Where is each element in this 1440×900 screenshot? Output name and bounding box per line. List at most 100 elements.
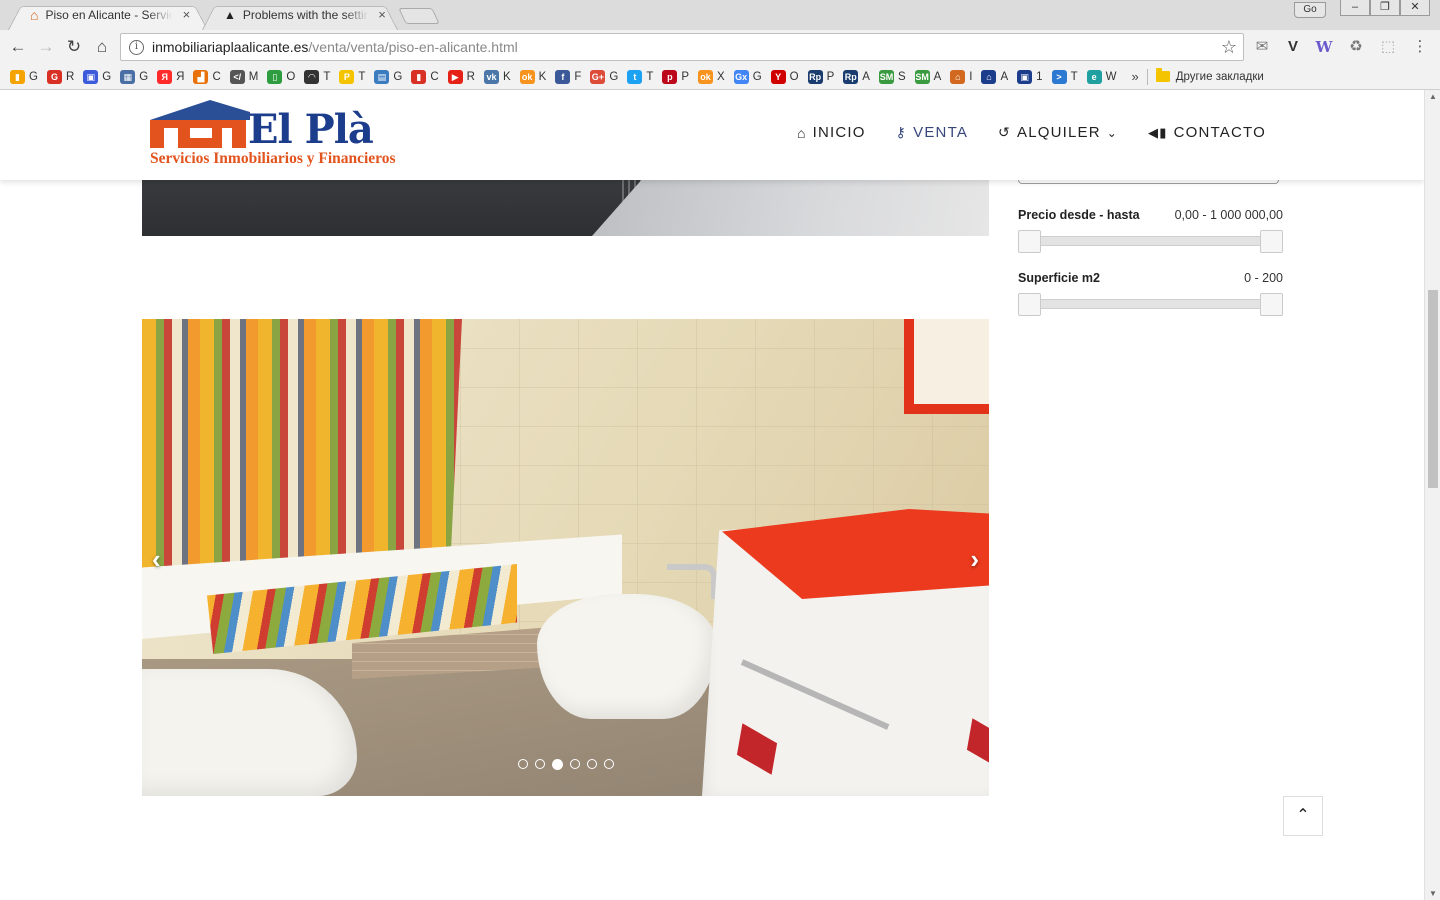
wiki-extension-icon[interactable]: W [1314,37,1334,57]
bookmark-item[interactable]: fF [555,69,582,84]
vimeo-extension-icon[interactable]: V [1283,37,1303,57]
site-info-icon[interactable]: i [129,39,144,55]
bookmark-item[interactable]: ЯЯ [157,69,184,84]
bookmark-item[interactable]: ◠ T [304,69,330,84]
bookmark-item[interactable]: Rp A [843,69,870,84]
bookmark-favicon-icon: ▦ [120,69,136,84]
price-slider[interactable] [1018,230,1283,253]
scrollbar-thumb[interactable] [1428,290,1438,488]
carousel-dot[interactable] [534,759,545,769]
close-tab-icon[interactable]: × [376,2,388,28]
profile-button[interactable]: Go [1294,2,1326,18]
bookmark-item[interactable]: pP [662,69,689,84]
bookmark-item[interactable]: ▮ G [10,69,38,84]
bookmark-item[interactable]: vk K [483,69,511,84]
bookmark-label: T [646,70,654,83]
bookmark-favicon-icon: ▟ [193,69,209,84]
bookmark-favicon-icon: G+ [590,69,606,84]
bookmark-item[interactable]: ⌂ A [981,69,1008,84]
bookmark-label: K [502,70,511,83]
price-max-handle[interactable] [1260,230,1283,253]
bookmark-label: F [574,70,582,83]
bookmark-favicon-icon: ▣ [1017,69,1033,84]
close-window-button[interactable]: ✕ [1400,0,1430,16]
close-tab-icon[interactable]: × [180,2,192,28]
carousel-dot[interactable] [517,759,528,769]
bookmark-item[interactable]: ok X [698,69,725,84]
bookmark-star-icon[interactable]: ☆ [1221,37,1237,58]
carousel-dot[interactable] [586,759,597,769]
other-bookmarks-folder[interactable]: Другие закладки [1155,68,1264,83]
bookmark-favicon-icon: ▤ [374,69,390,84]
bookmark-favicon-icon: f [555,69,571,84]
reload-icon[interactable]: ↻ [64,37,84,57]
bookmark-item[interactable]: </M [229,69,258,84]
bookmark-item[interactable]: > T [1051,69,1078,84]
bookmark-item[interactable]: SM A [914,69,941,84]
bookmark-item[interactable]: G+ G [590,69,618,84]
bookmark-item[interactable]: ▮ C [411,69,439,84]
bookmark-favicon-icon: ▯ [267,69,283,84]
area-slider[interactable] [1018,293,1283,316]
carousel-dot[interactable] [603,759,614,769]
mail-extension-icon[interactable]: ✉ [1252,37,1272,57]
bookmark-label: P [826,70,835,83]
area-min-handle[interactable] [1018,293,1041,316]
bookmark-label: G [102,70,112,83]
bookmark-item[interactable]: SM S [878,69,906,84]
nav-venta[interactable]: ⚷ VENTA [896,124,968,141]
forward-arrow-icon[interactable]: → [36,37,56,57]
nav-alquiler[interactable]: ↺ ALQUILER ⌄ [998,124,1118,141]
bookmark-item[interactable]: ▣ 1 [1017,69,1043,84]
property-photo-carousel[interactable]: ‹ › [142,319,989,796]
main-nav: ⌂ INICIO ⚷ VENTA ↺ ALQUILER ⌄ ◀▮ CONTACT… [797,124,1266,141]
area-max-handle[interactable] [1260,293,1283,316]
minimize-button[interactable]: – [1340,0,1370,16]
bullhorn-icon: ◀▮ [1148,124,1168,140]
bookmark-item[interactable]: ▤ G [374,69,402,84]
scroll-up-icon[interactable]: ▲ [1425,92,1440,101]
bookmark-item[interactable]: YO [770,69,799,84]
home-icon[interactable]: ⌂ [92,37,112,57]
page-scrollbar[interactable]: ▲ ▼ [1424,90,1440,900]
nav-inicio[interactable]: ⌂ INICIO [797,124,866,141]
bookmark-favicon-icon: </ [229,69,245,84]
bookmark-item[interactable]: Gx G [733,69,762,84]
scroll-down-icon[interactable]: ▼ [1425,889,1440,898]
bookmark-item[interactable]: eW [1086,69,1116,84]
nav-label: INICIO [812,124,866,141]
history-icon: ↺ [998,124,1011,140]
bookmark-item[interactable]: ▦ G [120,69,148,84]
bookmarks-divider [1146,68,1148,85]
address-bar[interactable]: i inmobiliariaplaalicante.es/venta/venta… [120,33,1244,61]
carousel-dot[interactable] [569,759,580,769]
pdf-extension-icon[interactable]: ⬚ [1378,37,1398,57]
bookmarks-overflow-button[interactable]: » [1131,69,1138,84]
bookmark-item[interactable]: ▟ C [193,69,221,84]
carousel-next-icon[interactable]: › [970,544,979,575]
price-min-handle[interactable] [1018,230,1041,253]
bookmark-item[interactable]: ▶ R [447,69,475,84]
bookmark-item[interactable]: ▣ G [83,69,112,84]
nav-contacto[interactable]: ◀▮ CONTACTO [1148,124,1266,141]
scroll-to-top-button[interactable]: ⌃ [1283,796,1323,836]
back-arrow-icon[interactable]: ← [8,37,28,57]
bookmark-favicon-icon: G [46,69,62,84]
bookmark-favicon-icon: ▮ [411,69,427,84]
bookmark-item[interactable]: GR [46,69,74,84]
bookmark-item[interactable]: ok K [519,69,546,84]
menu-kebab-icon[interactable]: ⋮ [1410,37,1430,57]
carousel-prev-icon[interactable]: ‹ [152,544,161,575]
bookmark-item[interactable]: ⌂ I [950,69,972,84]
tab-active[interactable]: ⌂ Piso en Alicante - Servicios Inmobilia… [8,2,208,30]
restore-button[interactable]: ❐ [1370,0,1400,16]
carousel-dot[interactable] [551,759,563,770]
bookmark-item[interactable]: tT [627,69,654,84]
bookmark-item[interactable]: ▯ O [267,69,295,84]
bookmark-item[interactable]: PT [339,69,365,84]
site-logo[interactable]: El Plà Servicios Inmobiliarios y Financi… [150,98,400,176]
bookmark-item[interactable]: Rp P [807,69,835,84]
recycle-extension-icon[interactable]: ♻ [1346,37,1366,57]
new-tab-button[interactable] [398,8,440,24]
tab-inactive[interactable]: ▲ Problems with the settings × [202,2,398,30]
